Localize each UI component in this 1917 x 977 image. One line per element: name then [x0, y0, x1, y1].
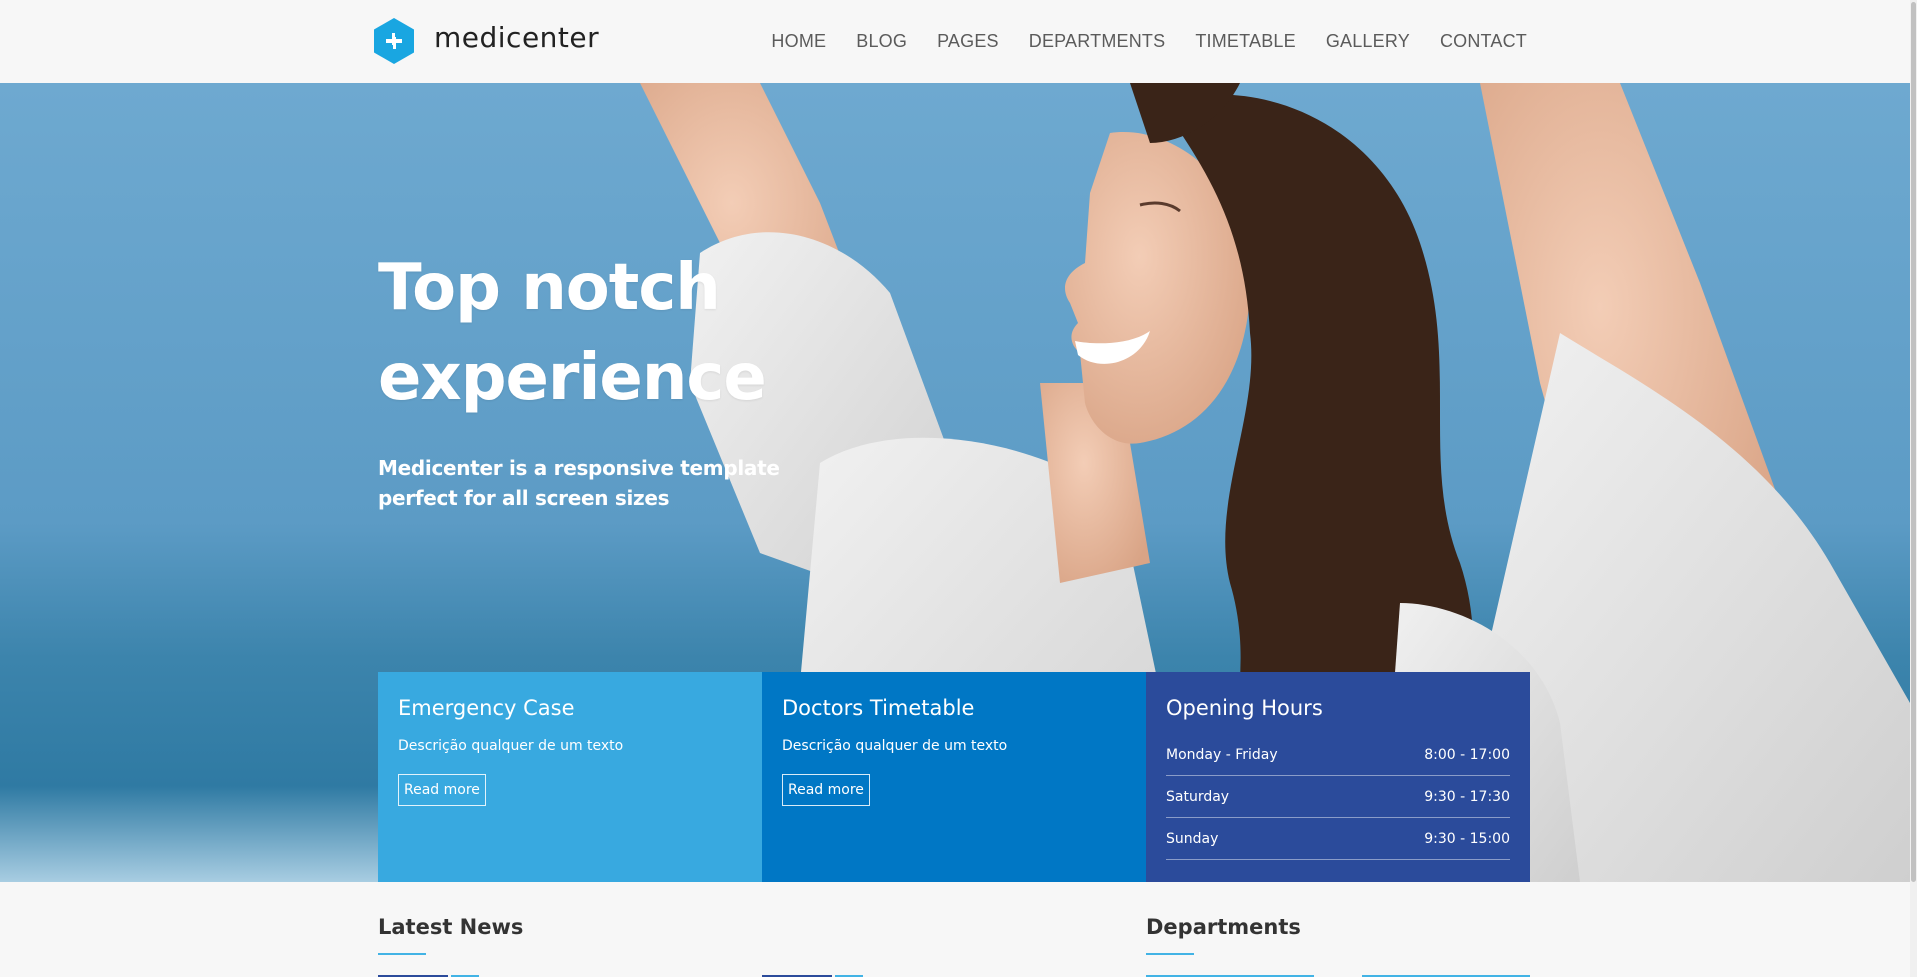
timetable-text: Descrição qualquer de um texto — [782, 738, 1008, 754]
nav-timetable[interactable]: TIMETABLE — [1195, 31, 1295, 52]
hours-day: Sunday — [1166, 830, 1219, 847]
emergency-box: Emergency Case Descrição qualquer de um … — [378, 672, 762, 882]
hours-day: Monday - Friday — [1166, 746, 1278, 763]
heading-underline — [378, 953, 426, 955]
emergency-text: Descrição qualquer de um texto — [398, 738, 624, 754]
timetable-read-more-button[interactable]: Read more — [782, 774, 870, 806]
site-header: medicenter HOME BLOG PAGES DEPARTMENTS T… — [0, 0, 1917, 84]
emergency-read-more-button[interactable]: Read more — [398, 774, 486, 806]
nav-home[interactable]: HOME — [771, 31, 826, 52]
hours-time: 9:30 - 15:00 — [1424, 830, 1510, 847]
hours-row: Saturday 9:30 - 17:30 — [1166, 776, 1510, 818]
hours-row: Monday - Friday 8:00 - 17:00 — [1166, 734, 1510, 776]
main-nav: HOME BLOG PAGES DEPARTMENTS TIMETABLE GA… — [771, 0, 1527, 83]
logo[interactable]: medicenter — [374, 18, 599, 64]
latest-news-heading: Latest News — [378, 915, 524, 939]
medical-cross-hexagon-icon — [374, 18, 414, 64]
opening-hours-list: Monday - Friday 8:00 - 17:00 Saturday 9:… — [1166, 734, 1510, 860]
hours-row: Sunday 9:30 - 15:00 — [1166, 818, 1510, 860]
content-section: Latest News Departments — [0, 882, 1910, 977]
timetable-title: Doctors Timetable — [782, 696, 975, 720]
scrollbar-thumb[interactable] — [1911, 2, 1916, 882]
page-scrollbar[interactable] — [1910, 0, 1917, 977]
nav-departments[interactable]: DEPARTMENTS — [1029, 31, 1166, 52]
info-boxes: Emergency Case Descrição qualquer de um … — [378, 672, 1530, 882]
hero-title: Top notch experience — [378, 251, 767, 415]
opening-hours-box: Opening Hours Monday - Friday 8:00 - 17:… — [1146, 672, 1530, 882]
nav-pages[interactable]: PAGES — [937, 31, 999, 52]
emergency-title: Emergency Case — [398, 696, 575, 720]
nav-blog[interactable]: BLOG — [856, 31, 907, 52]
timetable-box: Doctors Timetable Descrição qualquer de … — [762, 672, 1146, 882]
hours-time: 8:00 - 17:00 — [1424, 746, 1510, 763]
nav-contact[interactable]: CONTACT — [1440, 31, 1527, 52]
opening-hours-title: Opening Hours — [1166, 696, 1323, 720]
departments-heading: Departments — [1146, 915, 1301, 939]
hours-day: Saturday — [1166, 788, 1230, 805]
hours-time: 9:30 - 17:30 — [1424, 788, 1510, 805]
hero-subtitle: Medicenter is a responsive template perf… — [378, 456, 780, 510]
brand-name: medicenter — [434, 20, 600, 54]
heading-underline — [1146, 953, 1194, 955]
nav-gallery[interactable]: GALLERY — [1326, 31, 1410, 52]
